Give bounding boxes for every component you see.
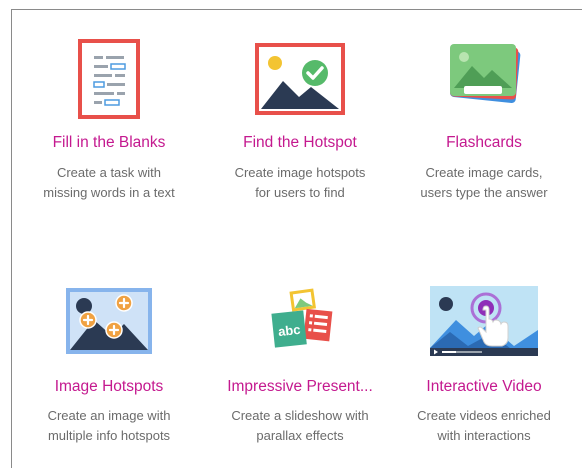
tile-flashcards[interactable]: Flashcards Create image cards, users typ…: [389, 10, 579, 220]
tile-title[interactable]: Fill in the Blanks: [14, 134, 204, 152]
tile-title[interactable]: Flashcards: [389, 134, 579, 152]
tile-description: Create image hotspots for users to find: [234, 165, 366, 200]
fill-blanks-icon: [78, 39, 140, 119]
tile-title[interactable]: Find the Hotspot: [205, 134, 395, 152]
tile-image-hotspots[interactable]: Image Hotspots Create an image with mult…: [14, 260, 204, 460]
content-panel: Fill in the Blanks Create a task with mi…: [11, 9, 582, 468]
tile-description: Create a task with missing words in a te…: [43, 165, 175, 200]
tile-description: Create videos enriched with interactions: [417, 408, 551, 443]
svg-text:abc: abc: [277, 322, 301, 339]
content-type-grid: Fill in the Blanks Create a task with mi…: [12, 10, 582, 469]
tile-description: Create image cards, users type the answe…: [420, 165, 548, 200]
interactive-video-icon: [430, 286, 538, 356]
tile-interactive-video[interactable]: Interactive Video Create videos enriched…: [389, 260, 579, 460]
tile-title[interactable]: Impressive Present...: [205, 378, 395, 396]
tile-impressive-presentation[interactable]: abc Impressive Present... Create a slide…: [205, 260, 395, 460]
tile-title[interactable]: Image Hotspots: [14, 378, 204, 396]
tile-title[interactable]: Interactive Video: [389, 378, 579, 396]
tile-description: Create a slideshow with parallax effects: [231, 408, 369, 443]
hotspot-image-icon: [255, 43, 345, 115]
flashcards-icon: [442, 40, 526, 112]
tile-fill-in-the-blanks[interactable]: Fill in the Blanks Create a task with mi…: [14, 10, 204, 220]
tile-description: Create an image with multiple info hotsp…: [47, 408, 171, 443]
image-hotspots-icon: [66, 288, 152, 354]
presentation-icon: abc: [265, 284, 335, 354]
tile-find-the-hotspot[interactable]: Find the Hotspot Create image hotspots f…: [205, 10, 395, 220]
